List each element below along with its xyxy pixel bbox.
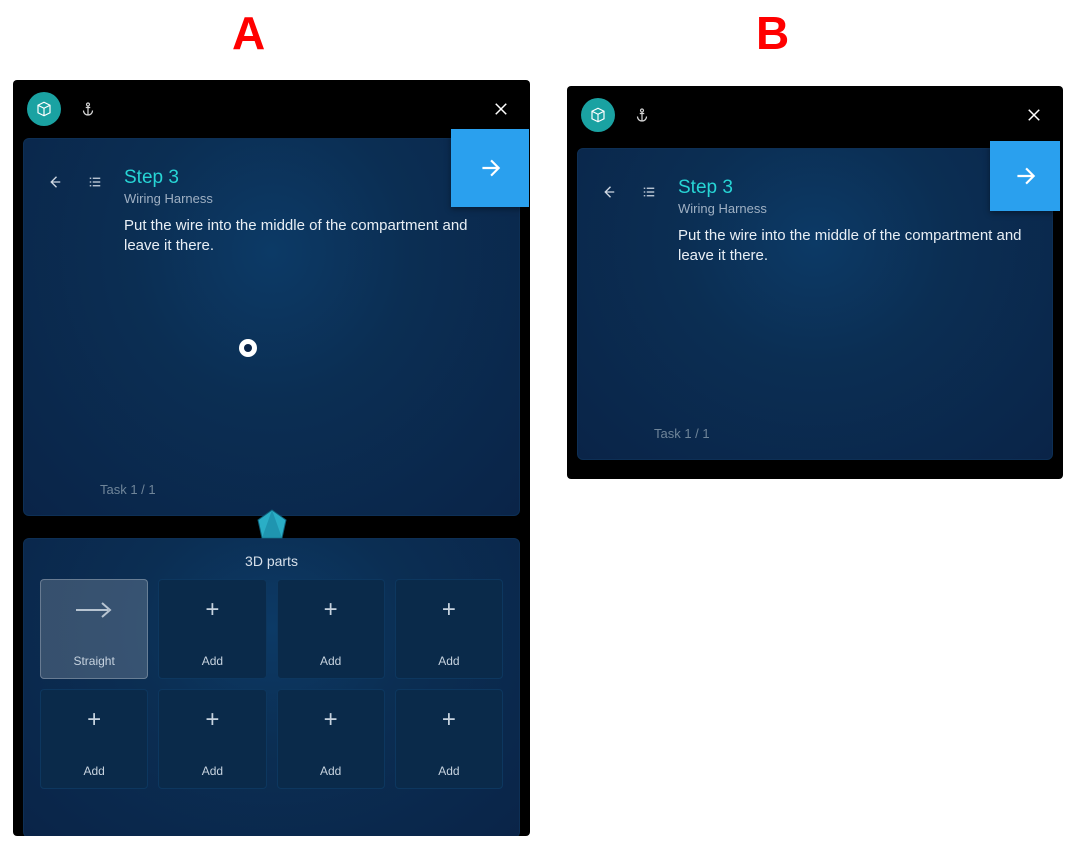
plus-icon: +: [87, 708, 101, 732]
tile-label: Add: [320, 764, 341, 778]
task-counter: Task 1 / 1: [654, 426, 710, 441]
window-titlebar: [567, 86, 1063, 144]
step-card: Step 3 Wiring Harness Put the wire into …: [577, 148, 1053, 460]
anchor-icon[interactable]: [79, 100, 97, 118]
part-tile-add[interactable]: + Add: [395, 579, 503, 679]
parts-panel-title: 3D parts: [24, 539, 519, 579]
device-a: Step 3 Wiring Harness Put the wire into …: [13, 80, 530, 836]
device-b: Step 3 Wiring Harness Put the wire into …: [567, 86, 1063, 479]
plus-icon: +: [205, 598, 219, 622]
part-tile-add[interactable]: + Add: [158, 579, 266, 679]
tile-label: Add: [320, 654, 341, 668]
step-subtitle: Wiring Harness: [124, 191, 499, 206]
app-mode-button[interactable]: [27, 92, 61, 126]
plus-icon: +: [442, 708, 456, 732]
straight-arrow-icon: [41, 580, 147, 640]
step-title: Step 3: [124, 167, 499, 189]
part-tile-straight[interactable]: Straight: [40, 579, 148, 679]
part-tile-add[interactable]: + Add: [277, 689, 385, 789]
arrow-left-icon: [46, 173, 64, 191]
plus-icon: +: [205, 708, 219, 732]
tile-label: Add: [83, 764, 104, 778]
back-button[interactable]: [598, 181, 620, 203]
next-step-button[interactable]: [990, 141, 1060, 211]
tile-label: Add: [202, 654, 223, 668]
tile-label: Add: [202, 764, 223, 778]
parts-panel: 3D parts Straight + Add + Add + Add +: [23, 538, 520, 836]
close-button[interactable]: [486, 94, 516, 124]
cube-icon: [589, 106, 607, 124]
part-tile-add[interactable]: + Add: [40, 689, 148, 789]
outline-button[interactable]: [84, 171, 106, 193]
app-mode-button[interactable]: [581, 98, 615, 132]
anchor-icon[interactable]: [633, 106, 651, 124]
gaze-cursor-icon: [239, 339, 257, 357]
hologram-gem-icon[interactable]: [254, 508, 290, 544]
outline-button[interactable]: [638, 181, 660, 203]
next-step-button[interactable]: [451, 129, 529, 207]
part-tile-add[interactable]: + Add: [395, 689, 503, 789]
close-button[interactable]: [1019, 100, 1049, 130]
parts-grid: Straight + Add + Add + Add + Add + Add: [24, 579, 519, 789]
step-description: Put the wire into the middle of the comp…: [124, 216, 484, 257]
figure-label-b: B: [756, 6, 789, 60]
step-subtitle: Wiring Harness: [678, 201, 1032, 216]
outline-icon: [640, 183, 658, 201]
task-counter: Task 1 / 1: [100, 482, 156, 497]
part-tile-add[interactable]: + Add: [277, 579, 385, 679]
tile-label: Straight: [73, 654, 114, 668]
close-icon: [1025, 106, 1043, 124]
arrow-right-icon: [477, 155, 503, 181]
plus-icon: +: [442, 598, 456, 622]
outline-icon: [86, 173, 104, 191]
step-description: Put the wire into the middle of the comp…: [678, 226, 1032, 267]
step-title: Step 3: [678, 177, 1032, 199]
plus-icon: +: [324, 708, 338, 732]
close-icon: [492, 100, 510, 118]
figure-label-a: A: [232, 6, 265, 60]
tile-label: Add: [438, 764, 459, 778]
cube-icon: [35, 100, 53, 118]
arrow-right-icon: [1012, 163, 1038, 189]
plus-icon: +: [324, 598, 338, 622]
step-card: Step 3 Wiring Harness Put the wire into …: [23, 138, 520, 516]
part-tile-add[interactable]: + Add: [158, 689, 266, 789]
arrow-left-icon: [600, 183, 618, 201]
tile-label: Add: [438, 654, 459, 668]
back-button[interactable]: [44, 171, 66, 193]
